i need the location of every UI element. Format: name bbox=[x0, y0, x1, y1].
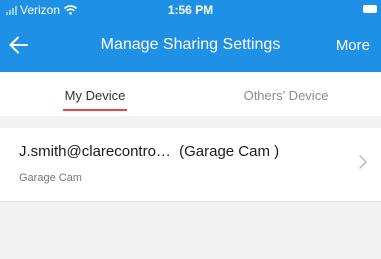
shared-device-row[interactable]: J.smith@clarecontro… (Garage Cam ) Garag… bbox=[0, 128, 381, 201]
page-title: Manage Sharing Settings bbox=[100, 36, 281, 53]
status-time: 1:56 PM bbox=[167, 3, 214, 17]
device-subtitle: Garage Cam bbox=[19, 172, 82, 184]
more-button[interactable]: More bbox=[336, 37, 370, 54]
device-title: J.smith@clarecontro… (Garage Cam ) bbox=[19, 143, 319, 160]
device-owner: J.smith@clarecontro… bbox=[19, 143, 171, 160]
battery-icon bbox=[363, 5, 377, 13]
status-bar: Verizon 1:56 PM bbox=[0, 0, 381, 20]
tab-bar: My Device Others' Device bbox=[0, 72, 381, 116]
row-divider bbox=[0, 201, 381, 202]
device-name: (Garage Cam ) bbox=[179, 143, 280, 160]
tab-others-device[interactable]: Others' Device bbox=[191, 72, 381, 116]
navigation-bar: Manage Sharing Settings More bbox=[0, 20, 381, 72]
chevron-right-icon bbox=[359, 155, 367, 169]
section-gap bbox=[0, 116, 381, 128]
app-header: Verizon 1:56 PM Manage Sharing Settings … bbox=[0, 0, 381, 72]
active-tab-indicator bbox=[63, 109, 127, 111]
